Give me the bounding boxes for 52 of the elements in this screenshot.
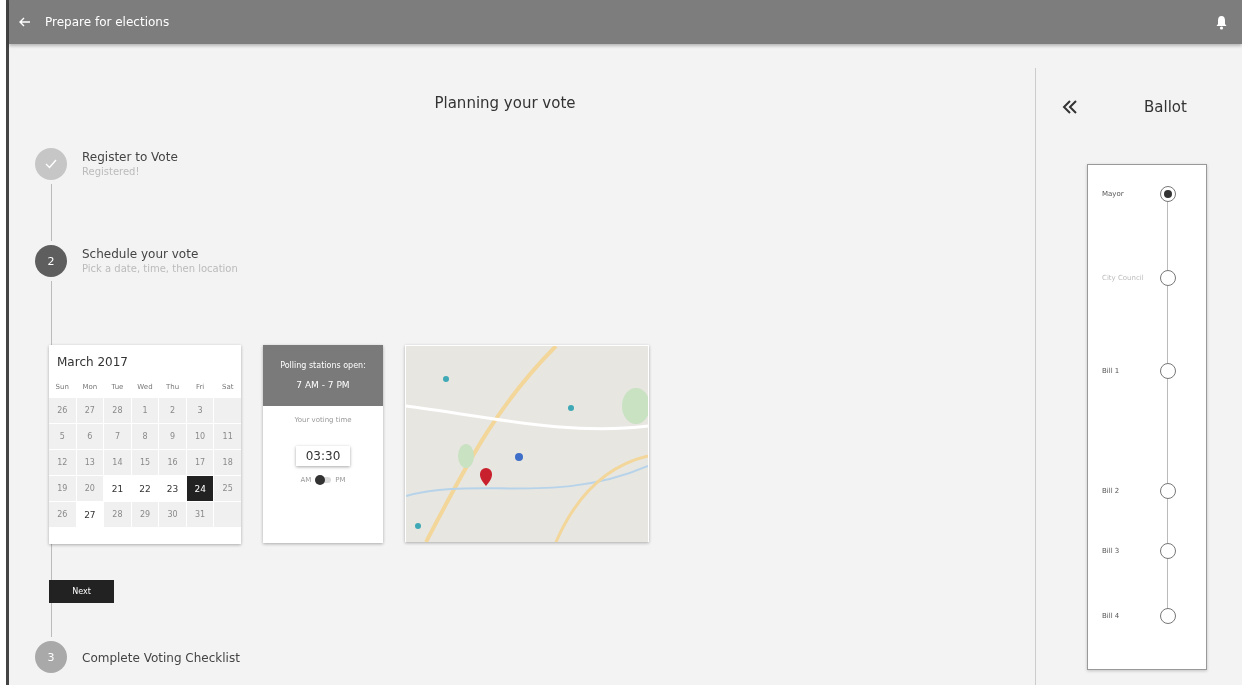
calendar-day: 12 <box>49 450 76 475</box>
calendar-day: 25 <box>214 476 241 501</box>
calendar-day: 29 <box>131 502 159 527</box>
calendar-day: 20 <box>76 476 104 501</box>
calendar-day: 9 <box>159 424 186 449</box>
panel-title: Ballot <box>1144 98 1187 116</box>
calendar-day: 11 <box>214 424 241 449</box>
radio-button[interactable] <box>1160 186 1176 202</box>
step-number: 2 <box>35 245 67 277</box>
calendar-day: 15 <box>131 450 159 475</box>
calendar-day: 3 <box>186 398 214 423</box>
notification-bell-icon[interactable] <box>1215 14 1228 30</box>
calendar-day: 17 <box>186 450 214 475</box>
double-chevron-left-icon[interactable] <box>1062 100 1078 114</box>
calendar-day[interactable]: 24 <box>186 476 214 501</box>
calendar-day: 2 <box>159 398 186 423</box>
step-number: 3 <box>35 641 67 673</box>
polling-hours: 7 AM - 7 PM <box>296 380 350 390</box>
calendar-day: 31 <box>186 502 214 527</box>
calendar-day: 18 <box>214 450 241 475</box>
calendar-day: 6 <box>76 424 104 449</box>
calendar-day: 13 <box>76 450 104 475</box>
time-field[interactable]: 03:30 <box>296 446 350 466</box>
calendar-day: 1 <box>131 398 159 423</box>
calendar-day: 28 <box>104 502 131 527</box>
section-title: Planning your vote <box>433 94 577 112</box>
step-subtitle: Registered! <box>82 166 141 177</box>
radio-button[interactable] <box>1160 483 1176 499</box>
calendar-day: 16 <box>159 450 186 475</box>
next-button[interactable]: Next <box>49 580 114 603</box>
radio-button[interactable] <box>1160 363 1176 379</box>
calendar-day: 10 <box>186 424 214 449</box>
calendar-day: 26 <box>49 502 76 527</box>
step-title: Schedule your vote <box>82 247 200 261</box>
calendar-day: 19 <box>49 476 76 501</box>
calendar-day: 5 <box>49 424 76 449</box>
calendar-day: 14 <box>104 450 131 475</box>
step-title: Complete Voting Checklist <box>82 650 240 665</box>
am-pm-toggle[interactable] <box>315 477 332 483</box>
polling-heading: Polling stations open: <box>280 361 366 370</box>
step-title: Register to Vote <box>82 150 178 164</box>
calendar-day: 7 <box>104 424 131 449</box>
radio-button[interactable] <box>1160 608 1176 624</box>
radio-button[interactable] <box>1160 543 1176 559</box>
calendar-month: March 2017 <box>56 354 129 371</box>
calendar-day: 26 <box>49 398 76 423</box>
calendar-day: 8 <box>131 424 159 449</box>
calendar-day: 28 <box>104 398 131 423</box>
calendar-day: 27 <box>76 398 104 423</box>
back-arrow-icon[interactable] <box>19 17 31 27</box>
screen-title: Prepare for elections <box>45 15 170 29</box>
calendar-day: 30 <box>159 502 186 527</box>
